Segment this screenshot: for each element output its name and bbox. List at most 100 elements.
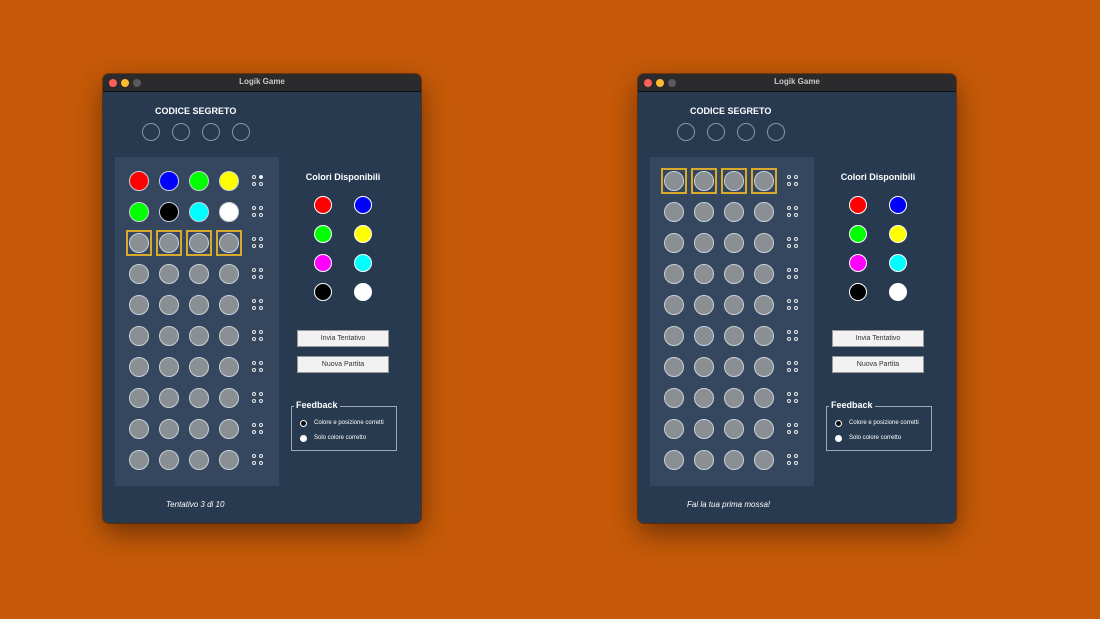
empty-peg-slot [724, 295, 744, 315]
palette-color-black[interactable] [314, 283, 332, 301]
empty-peg-slot [159, 326, 179, 346]
secret-peg [142, 123, 160, 141]
empty-peg-slot [694, 264, 714, 284]
empty-peg-slot [694, 202, 714, 222]
feedback-peg [259, 182, 263, 186]
palette-color-blue[interactable] [354, 196, 372, 214]
feedback-peg [787, 268, 791, 272]
palette-color-white[interactable] [889, 283, 907, 301]
feedback-peg [259, 399, 263, 403]
feedback-peg [252, 430, 256, 434]
empty-peg-slot [159, 295, 179, 315]
empty-peg-slot [724, 450, 744, 470]
secret-peg [767, 123, 785, 141]
feedback-peg [259, 275, 263, 279]
feedback-peg [252, 361, 256, 365]
peg-green [129, 202, 149, 222]
palette-color-cyan[interactable] [889, 254, 907, 272]
empty-peg-slot[interactable] [159, 233, 179, 253]
feedback-peg [252, 237, 256, 241]
feedback-peg [794, 392, 798, 396]
empty-peg-slot [219, 357, 239, 377]
empty-peg-slot [754, 419, 774, 439]
title-bar[interactable]: Logik Game [638, 74, 956, 92]
feedback-peg [794, 454, 798, 458]
feedback-peg [259, 330, 263, 334]
feedback-peg [787, 299, 791, 303]
palette-color-magenta[interactable] [849, 254, 867, 272]
palette-color-black[interactable] [849, 283, 867, 301]
empty-peg-slot[interactable] [724, 171, 744, 191]
feedback-peg [252, 299, 256, 303]
submit-guess-button[interactable]: Invia Tentativo [297, 330, 389, 347]
feedback-peg [787, 337, 791, 341]
empty-peg-slot[interactable] [694, 171, 714, 191]
feedback-peg [794, 306, 798, 310]
submit-guess-button[interactable]: Invia Tentativo [832, 330, 924, 347]
empty-peg-slot[interactable] [189, 233, 209, 253]
secret-code-label: CODICE SEGRETO [690, 106, 772, 116]
feedback-peg [252, 306, 256, 310]
palette-color-blue[interactable] [889, 196, 907, 214]
feedback-peg [787, 330, 791, 334]
empty-peg-slot[interactable] [129, 233, 149, 253]
empty-peg-slot [754, 326, 774, 346]
empty-peg-slot [189, 264, 209, 284]
empty-peg-slot[interactable] [219, 233, 239, 253]
new-game-button[interactable]: Nuova Partita [297, 356, 389, 373]
feedback-peg [252, 454, 256, 458]
window-title: Logik Game [239, 77, 285, 86]
feedback-legend-box [291, 406, 397, 451]
empty-peg-slot[interactable] [754, 171, 774, 191]
feedback-peg [259, 268, 263, 272]
empty-peg-slot[interactable] [664, 171, 684, 191]
feedback-peg [787, 206, 791, 210]
palette-color-green[interactable] [314, 225, 332, 243]
feedback-peg [794, 175, 798, 179]
guess-board [650, 157, 814, 486]
empty-peg-slot [754, 450, 774, 470]
empty-peg-slot [694, 326, 714, 346]
feedback-peg [259, 461, 263, 465]
feedback-peg [259, 361, 263, 365]
empty-peg-slot [219, 419, 239, 439]
palette-color-white[interactable] [354, 283, 372, 301]
feedback-peg [794, 361, 798, 365]
empty-peg-slot [664, 419, 684, 439]
palette-color-red[interactable] [849, 196, 867, 214]
empty-peg-slot [754, 295, 774, 315]
status-message: Tentativo 3 di 10 [166, 500, 225, 509]
guess-board [115, 157, 279, 486]
empty-peg-slot [159, 388, 179, 408]
empty-peg-slot [754, 357, 774, 377]
feedback-peg [259, 423, 263, 427]
feedback-peg [252, 399, 256, 403]
feedback-peg [787, 275, 791, 279]
palette-color-yellow[interactable] [889, 225, 907, 243]
feedback-peg [794, 430, 798, 434]
empty-peg-slot [664, 450, 684, 470]
peg-black [159, 202, 179, 222]
feedback-peg [794, 399, 798, 403]
black-peg-icon [835, 420, 842, 427]
palette-color-green[interactable] [849, 225, 867, 243]
palette-color-magenta[interactable] [314, 254, 332, 272]
palette-color-red[interactable] [314, 196, 332, 214]
empty-peg-slot [724, 202, 744, 222]
empty-peg-slot [664, 233, 684, 253]
empty-peg-slot [189, 419, 209, 439]
feedback-legend-title: Feedback [829, 400, 875, 410]
empty-peg-slot [664, 326, 684, 346]
empty-peg-slot [219, 326, 239, 346]
empty-peg-slot [694, 450, 714, 470]
empty-peg-slot [159, 264, 179, 284]
title-bar[interactable]: Logik Game [103, 74, 421, 92]
black-peg-icon [300, 420, 307, 427]
game-window: Logik Game CODICE SEGRETO Colori Disponi… [103, 74, 421, 523]
palette-color-yellow[interactable] [354, 225, 372, 243]
new-game-button[interactable]: Nuova Partita [832, 356, 924, 373]
palette-color-cyan[interactable] [354, 254, 372, 272]
window-title: Logik Game [774, 77, 820, 86]
feedback-peg [259, 337, 263, 341]
empty-peg-slot [724, 419, 744, 439]
